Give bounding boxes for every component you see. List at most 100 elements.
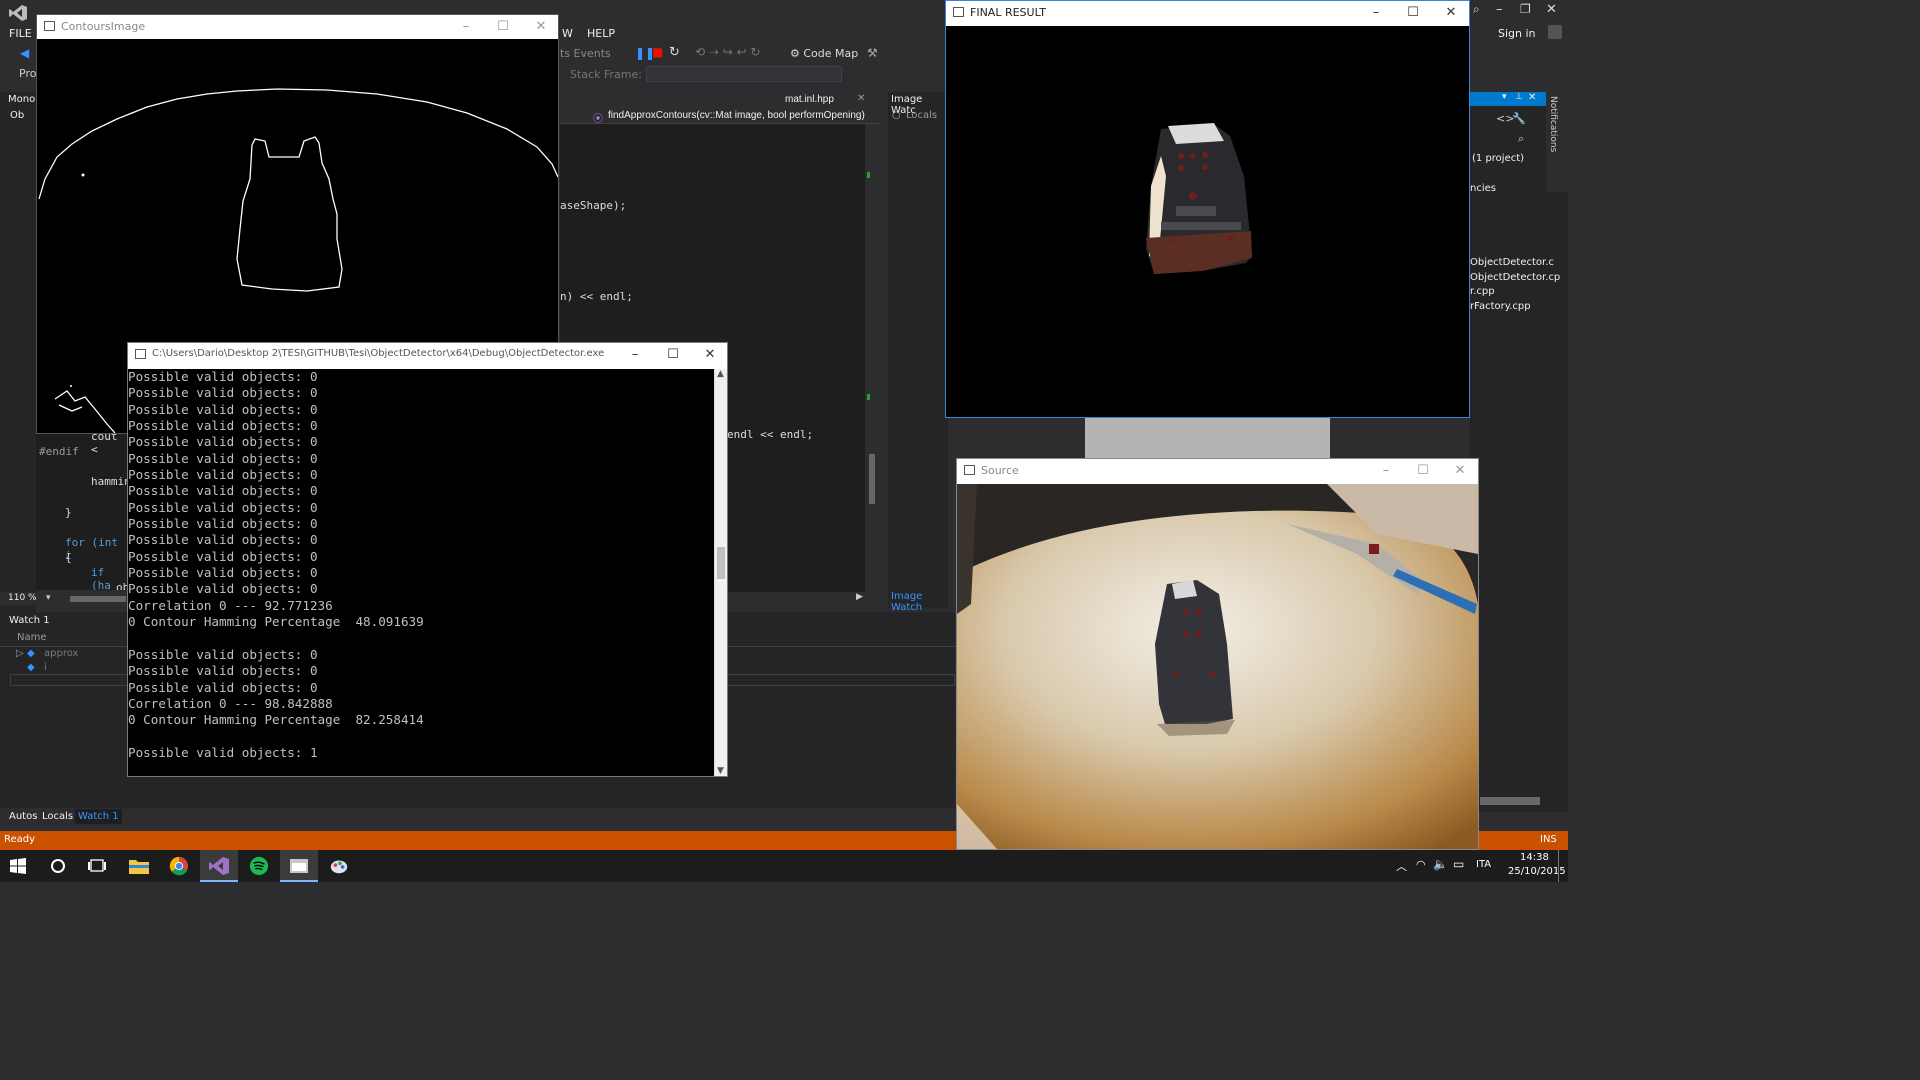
code-line: n) << endl; <box>560 290 633 303</box>
notifications-label[interactable]: Notifications <box>1548 96 1558 152</box>
pin-icon[interactable]: ⊥ <box>1515 92 1523 102</box>
menu-help[interactable]: HELP <box>587 27 615 40</box>
minimize-icon[interactable]: – <box>1368 5 1384 20</box>
sign-in-link[interactable]: Sign in <box>1498 27 1536 40</box>
watch-row[interactable]: approx <box>44 648 78 659</box>
chevron-down-icon[interactable]: ▾ <box>1502 92 1507 102</box>
function-dropdown-bar[interactable]: ⦿ findApproxContours(cv::Mat image, bool… <box>560 108 880 125</box>
minimize-icon[interactable]: – <box>458 19 474 34</box>
close-icon[interactable]: ✕ <box>1443 5 1459 20</box>
user-icon[interactable] <box>1548 25 1562 39</box>
visual-studio-icon[interactable] <box>208 856 230 876</box>
console-title: C:\Users\Dario\Desktop 2\TESI\GITHUB\Tes… <box>152 348 605 359</box>
restore-icon[interactable]: ❐ <box>1520 2 1531 16</box>
solution-file[interactable]: rFactory.cpp <box>1470 301 1531 312</box>
zoom-dropdown[interactable]: 110 % <box>8 593 37 603</box>
solution-file[interactable]: r.cpp <box>1470 286 1495 297</box>
menu-window-partial[interactable]: W <box>562 27 573 40</box>
expand-icon[interactable]: ▷ <box>16 648 24 659</box>
clock-time[interactable]: 14:38 <box>1520 852 1549 863</box>
volume-icon[interactable]: 🔈 <box>1433 857 1448 871</box>
search-icon[interactable]: ⌕ <box>1473 2 1480 17</box>
chrome-icon[interactable] <box>168 856 190 876</box>
notifications-strip[interactable]: Notifications <box>1546 92 1568 192</box>
step-icons[interactable]: ⟲ ➝ ↪ ↩ ↻ <box>695 45 761 59</box>
minimize-icon[interactable]: – <box>1378 463 1394 478</box>
editor-scrollbar[interactable] <box>865 124 880 592</box>
close-icon[interactable]: ✕ <box>1546 2 1557 17</box>
language-indicator[interactable]: ITA <box>1476 859 1491 870</box>
solution-file[interactable]: ObjectDetector.cp <box>1470 272 1560 283</box>
wifi-icon[interactable]: ◠ <box>1416 858 1426 871</box>
show-desktop-button[interactable] <box>1558 850 1559 882</box>
scroll-right-icon[interactable]: ▶ <box>856 592 863 602</box>
clock-date[interactable]: 25/10/2015 <box>1508 866 1566 877</box>
scroll-thumb[interactable] <box>717 547 725 579</box>
cortana-icon[interactable] <box>50 858 66 874</box>
h-scroll-thumb[interactable] <box>1480 797 1540 805</box>
maximize-icon[interactable]: ☐ <box>665 347 681 362</box>
console-line: 0 Contour Hamming Percentage 82.258414 <box>128 712 424 728</box>
close-icon[interactable]: ✕ <box>702 347 718 362</box>
file-explorer-icon[interactable] <box>128 856 150 876</box>
file-tab[interactable]: mat.inl.hpp <box>785 94 834 105</box>
locals-radio-label[interactable]: Locals <box>906 110 937 121</box>
tray-chevron-icon[interactable]: ︿ <box>1396 858 1407 874</box>
code-line: for (int i <box>65 536 118 562</box>
left-pane: Mono Ob <box>0 92 36 612</box>
maximize-icon[interactable]: ☐ <box>1405 5 1421 20</box>
code-map-button[interactable]: ⚙ Code Map <box>790 47 858 60</box>
menu-file[interactable]: FILE <box>9 27 32 40</box>
scroll-up-icon[interactable]: ▲ <box>717 369 724 379</box>
console-line: Possible valid objects: 0 <box>128 532 318 548</box>
spotify-icon[interactable] <box>248 856 270 876</box>
final-result-title: FINAL RESULT <box>970 6 1046 19</box>
start-icon[interactable] <box>10 858 26 874</box>
tab-autos[interactable]: Autos <box>9 811 37 822</box>
console-line: Possible valid objects: 0 <box>128 483 318 499</box>
final-result-titlebar[interactable]: FINAL RESULT – ☐ ✕ <box>946 1 1469 25</box>
tab-close-icon[interactable]: ✕ <box>857 93 865 104</box>
radio-icon[interactable]: ○ <box>892 110 901 121</box>
function-dropdown[interactable]: findApproxContours(cv::Mat image, bool p… <box>608 110 865 121</box>
maximize-icon[interactable]: ☐ <box>495 19 511 34</box>
scroll-down-icon[interactable]: ▼ <box>717 766 724 776</box>
minimize-icon[interactable]: – <box>627 347 643 362</box>
console-scrollbar[interactable]: ▲ ▼ <box>714 369 727 776</box>
tools-icon[interactable]: ⚒ <box>867 46 878 60</box>
source-titlebar[interactable]: Source – ☐ ✕ <box>957 459 1478 483</box>
image-watch-link[interactable]: Image Watch <box>891 591 948 613</box>
paint-app-icon[interactable] <box>328 856 350 876</box>
close-icon[interactable]: ✕ <box>1528 92 1536 103</box>
restart-icon[interactable]: ↻ <box>669 45 680 60</box>
console-line: Possible valid objects: 0 <box>128 385 318 401</box>
console-app-icon[interactable] <box>288 856 310 876</box>
stack-frame-dropdown[interactable] <box>646 66 842 82</box>
console-line: Possible valid objects: 0 <box>128 450 318 466</box>
code-map-label: Code Map <box>803 47 859 60</box>
stop-icon[interactable]: ■ <box>652 45 663 59</box>
minimize-icon[interactable]: – <box>1496 2 1503 17</box>
task-view-icon[interactable] <box>88 858 106 874</box>
console-titlebar[interactable]: C:\Users\Dario\Desktop 2\TESI\GITHUB\Tes… <box>128 343 727 367</box>
close-icon[interactable]: ✕ <box>1452 463 1468 478</box>
maximize-icon[interactable]: ☐ <box>1415 463 1431 478</box>
close-icon[interactable]: ✕ <box>533 19 549 34</box>
console-line: Possible valid objects: 0 <box>128 418 318 434</box>
chevron-down-icon[interactable]: ▾ <box>46 593 51 603</box>
h-scroll-thumb[interactable] <box>70 596 126 602</box>
search-icon[interactable]: ⌕ <box>1518 132 1524 146</box>
mono-label: Mono <box>8 94 36 105</box>
solution-file[interactable]: ObjectDetector.c <box>1470 257 1554 268</box>
message-icon[interactable]: ▭ <box>1453 857 1464 871</box>
tab-watch-1[interactable]: Watch 1 <box>75 809 122 824</box>
console-output[interactable]: Possible valid objects: 0 Possible valid … <box>128 369 714 776</box>
events-label[interactable]: ts Events <box>560 47 611 60</box>
wrench-icon[interactable]: 🔧 <box>1512 112 1526 125</box>
tab-locals[interactable]: Locals <box>42 811 73 822</box>
watch-row[interactable]: i <box>44 662 47 673</box>
back-icon[interactable]: ◀ <box>20 46 29 60</box>
contours-titlebar[interactable]: ContoursImage – ☐ ✕ <box>37 15 558 39</box>
console-line: Possible valid objects: 1 <box>128 744 318 760</box>
